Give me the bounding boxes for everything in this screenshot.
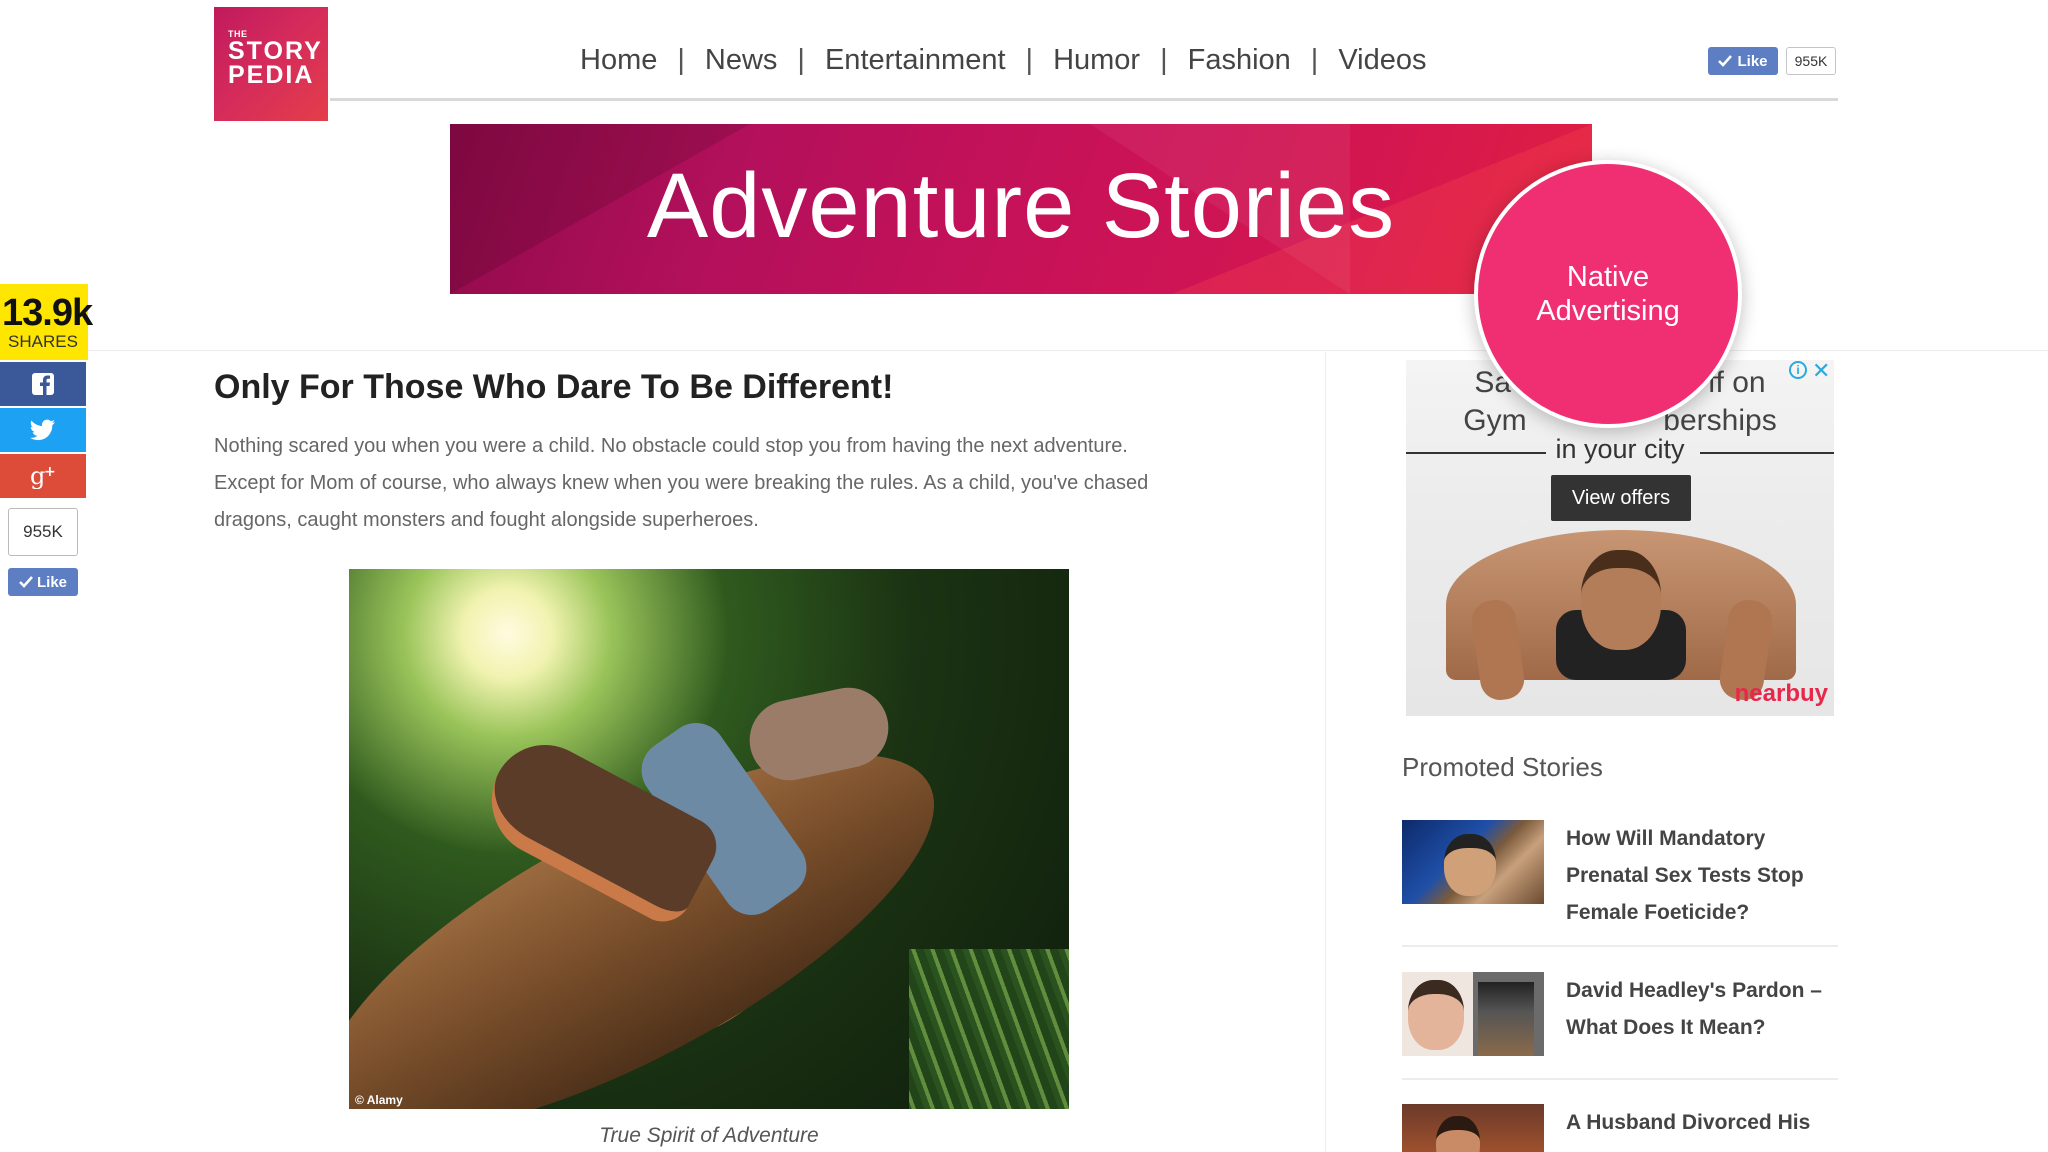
ad-line-2: Gym <box>1463 404 1527 437</box>
category-banner: Adventure Stories <box>450 124 1592 294</box>
ad-info-icon[interactable]: i <box>1789 361 1807 379</box>
image-caption: True Spirit of Adventure <box>599 1124 819 1147</box>
nav-separator: | <box>797 43 805 76</box>
nav-separator: | <box>677 43 685 76</box>
header-divider <box>330 98 1838 101</box>
share-like-count: 955K <box>8 508 78 556</box>
promoted-story[interactable]: How Will Mandatory Prenatal Sex Tests St… <box>1402 820 1838 930</box>
check-icon <box>1718 55 1733 67</box>
promoted-divider <box>1402 945 1838 947</box>
promoted-story-thumbnail[interactable] <box>1402 820 1544 904</box>
nav-humor[interactable]: Humor <box>1053 44 1140 77</box>
facebook-like-count: 955K <box>1786 47 1836 75</box>
share-facebook-button[interactable] <box>0 362 86 406</box>
nav-fashion[interactable]: Fashion <box>1188 44 1291 77</box>
native-advertising-badge: Native Advertising <box>1474 160 1742 428</box>
check-icon <box>19 576 33 588</box>
nav-separator: | <box>1025 43 1034 76</box>
banner-title: Adventure Stories <box>646 155 1396 257</box>
nav-separator: | <box>1160 43 1168 76</box>
ad-line-2-end: berships <box>1663 404 1777 437</box>
promoted-story-title[interactable]: David Headley's Pardon – What Does It Me… <box>1566 972 1838 1046</box>
facebook-like-button[interactable]: Like <box>1708 47 1778 75</box>
nav-home[interactable]: Home <box>580 44 657 77</box>
content-divider <box>0 350 2048 351</box>
nav-separator: | <box>1310 43 1319 76</box>
promoted-story-title[interactable]: A Husband Divorced His <box>1566 1104 1838 1141</box>
share-like-label: Like <box>36 573 67 591</box>
share-google-plus-button[interactable]: g + <box>0 454 86 498</box>
promoted-story-thumbnail[interactable] <box>1402 972 1544 1056</box>
svg-text:+: + <box>44 464 56 480</box>
share-bar: 13.9k SHARES g + 955K Like <box>0 284 93 596</box>
ad-rule-right <box>1700 452 1834 454</box>
main-nav: Home | News | Entertainment | Humor | Fa… <box>580 38 1427 82</box>
ad-city: in your city <box>1555 434 1685 464</box>
ad-brand-logo: nearbuy <box>1734 680 1828 707</box>
google-plus-icon: g + <box>30 463 56 489</box>
facebook-like-label: Like <box>1737 52 1768 70</box>
logo-line-3: PEDIA <box>228 61 315 89</box>
article-image: © Alamy <box>349 569 1069 1109</box>
nav-videos[interactable]: Videos <box>1338 44 1426 77</box>
badge-line-2: Advertising <box>1536 295 1680 327</box>
image-credit: © Alamy <box>355 1093 403 1107</box>
badge-line-1: Native <box>1566 261 1650 293</box>
logo-line-2: STORY <box>228 37 323 65</box>
facebook-icon <box>32 373 54 395</box>
nav-entertainment[interactable]: Entertainment <box>825 44 1006 77</box>
share-label: SHARES <box>8 332 78 351</box>
share-like-button[interactable]: Like <box>8 568 78 596</box>
nav-news[interactable]: News <box>705 44 778 77</box>
share-count: 13.9k <box>2 292 93 334</box>
sidebar-divider <box>1325 352 1326 1152</box>
promoted-story-thumbnail[interactable] <box>1402 1104 1544 1152</box>
ad-view-offers-button[interactable]: View offers <box>1551 475 1691 521</box>
share-twitter-button[interactable] <box>0 408 86 452</box>
promoted-stories-heading: Promoted Stories <box>1402 752 1603 782</box>
ad-close-icon[interactable]: ✕ <box>1812 358 1830 384</box>
site-logo[interactable]: THE STORY PEDIA <box>214 7 328 121</box>
promoted-story[interactable]: A Husband Divorced His <box>1402 1104 1838 1152</box>
promoted-divider <box>1402 1078 1838 1080</box>
article-title: Only For Those Who Dare To Be Different! <box>214 368 894 406</box>
article-body: Nothing scared you when you were a child… <box>214 435 1149 531</box>
twitter-icon <box>30 419 55 441</box>
promoted-story-title[interactable]: How Will Mandatory Prenatal Sex Tests St… <box>1566 820 1838 931</box>
share-count-box: 13.9k SHARES <box>0 284 93 360</box>
promoted-story[interactable]: David Headley's Pardon – What Does It Me… <box>1402 972 1838 1062</box>
